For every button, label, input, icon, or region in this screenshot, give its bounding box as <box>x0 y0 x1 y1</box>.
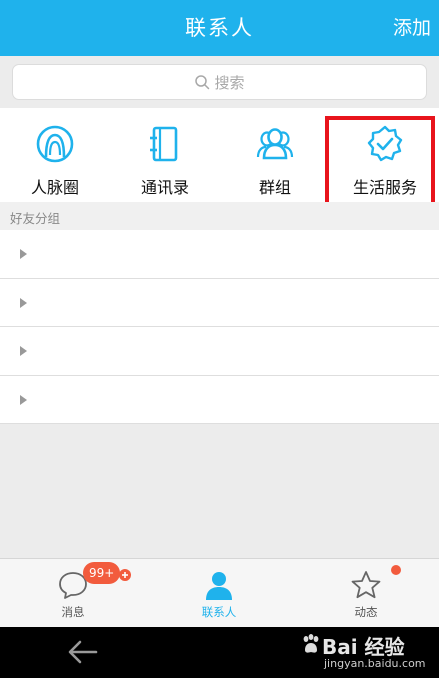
quick-item-label: 通讯录 <box>140 178 189 197</box>
tab-contacts[interactable]: 联系人 <box>146 559 292 627</box>
expand-arrow-icon <box>20 249 27 259</box>
person-icon <box>206 572 232 600</box>
plus-icon <box>119 569 131 581</box>
search-input[interactable]: 搜索 <box>12 64 427 100</box>
expand-arrow-icon <box>20 394 27 405</box>
group-icon <box>256 128 294 160</box>
paw-logo-icon <box>303 634 319 653</box>
quick-item-groups[interactable]: 群组 <box>220 108 330 202</box>
bottom-tab-bar: 99+ 消息 联系人 动态 <box>0 558 439 627</box>
list-item[interactable] <box>0 278 439 327</box>
address-book-icon <box>150 126 178 162</box>
search-placeholder: 搜索 <box>214 73 245 92</box>
quick-item-contacts-circle[interactable]: 人脉圈 <box>0 108 110 202</box>
back-arrow-icon[interactable] <box>66 639 100 665</box>
unread-badge: 99+ <box>83 562 121 584</box>
list-item[interactable] <box>0 327 439 376</box>
expand-arrow-icon <box>20 346 27 356</box>
quick-item-address-book[interactable]: 通讯录 <box>110 108 220 202</box>
friend-group-list <box>0 230 439 424</box>
search-area: 搜索 <box>0 56 439 108</box>
quick-item-label: 人脉圈 <box>30 178 79 197</box>
new-activity-dot <box>391 565 401 575</box>
title-bar: 联系人 添加 <box>0 0 439 56</box>
watermark-sub: jingyan.baidu.com <box>324 657 426 670</box>
list-item[interactable] <box>0 375 439 424</box>
contacts-screen: 联系人 添加 搜索 人脉圈 通讯录 群组 生活服务 好友分组 99+ 消息 联系… <box>0 0 439 627</box>
tab-label: 消息 <box>61 605 85 619</box>
section-title: 好友分组 <box>10 211 61 226</box>
search-icon <box>195 75 210 90</box>
tab-feed[interactable]: 动态 <box>293 559 439 627</box>
expand-arrow-icon <box>20 297 27 308</box>
tab-messages[interactable]: 99+ 消息 <box>0 559 146 627</box>
highlight-annotation <box>325 116 435 208</box>
list-item[interactable] <box>0 230 439 279</box>
page-title: 联系人 <box>185 16 254 40</box>
tab-label: 联系人 <box>201 605 237 619</box>
system-nav-bar: Bai 经验 jingyan.baidu.com <box>0 627 439 678</box>
quick-item-label: 群组 <box>258 178 291 197</box>
friends-section-header: 好友分组 <box>0 202 439 230</box>
baidu-watermark: Bai 经验 jingyan.baidu.com <box>300 631 430 675</box>
tab-label: 动态 <box>354 605 378 619</box>
watermark-main: Bai 经验 <box>322 635 405 659</box>
star-icon <box>351 571 381 599</box>
contacts-circle-icon <box>36 125 74 163</box>
add-button[interactable]: 添加 <box>393 0 431 56</box>
